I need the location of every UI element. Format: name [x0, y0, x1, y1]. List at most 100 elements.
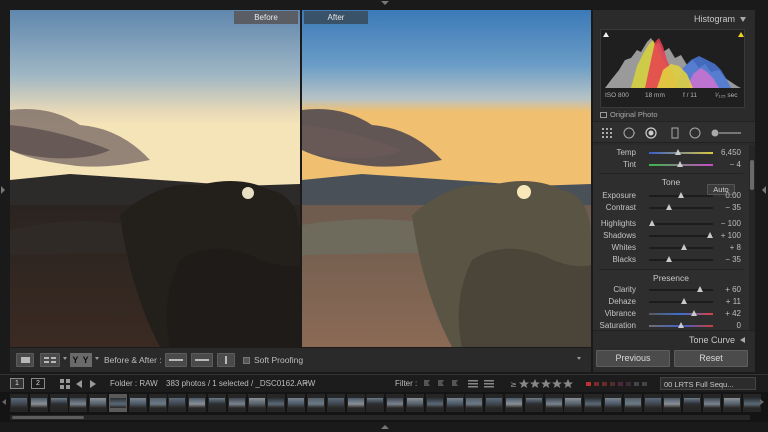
- filmstrip-thumbnail[interactable]: [584, 394, 603, 412]
- filmstrip-thumbnail[interactable]: [10, 394, 28, 412]
- soft-proofing-checkbox[interactable]: [243, 357, 250, 364]
- shadows-slider[interactable]: [649, 232, 714, 238]
- tone-curve-header[interactable]: Tone Curve: [593, 330, 755, 346]
- exposure-value[interactable]: 0.00: [725, 191, 741, 200]
- contrast-value[interactable]: − 35: [725, 203, 741, 212]
- vibrance-slider-thumb[interactable]: [690, 310, 697, 316]
- filmstrip-thumbnail[interactable]: [406, 394, 424, 412]
- photo-source-dropdown-icon[interactable]: [304, 382, 308, 385]
- shadows-slider-thumb[interactable]: [707, 232, 714, 238]
- swap-before-after-button[interactable]: [217, 353, 235, 367]
- back-arrow-icon[interactable]: [76, 380, 82, 388]
- filmstrip-thumbnail[interactable]: [445, 394, 464, 412]
- filmstrip-thumbnail[interactable]: [49, 394, 68, 412]
- adjustment-brush-icon[interactable]: [711, 127, 743, 139]
- filmstrip-thumbnail[interactable]: [623, 394, 642, 412]
- copy-after-to-before-button[interactable]: [191, 353, 213, 367]
- before-after-toggle-button[interactable]: Y Y: [70, 353, 92, 367]
- filmstrip-scrollbar[interactable]: [10, 415, 750, 420]
- exposure-slider-thumb[interactable]: [678, 192, 684, 198]
- highlights-slider[interactable]: [649, 220, 713, 226]
- crop-overlay-icon[interactable]: [601, 127, 613, 139]
- blacks-slider[interactable]: [649, 256, 713, 262]
- right-panel-scrollbar[interactable]: [749, 145, 755, 330]
- clarity-slider[interactable]: [649, 286, 713, 292]
- histogram-collapse-icon[interactable]: [740, 17, 746, 22]
- filmstrip-thumbnail[interactable]: [742, 394, 761, 412]
- contrast-slider[interactable]: [649, 204, 713, 210]
- shadows-value[interactable]: + 100: [721, 231, 741, 240]
- dehaze-slider[interactable]: [649, 298, 713, 304]
- dehaze-value[interactable]: + 11: [726, 297, 741, 306]
- blacks-slider-thumb[interactable]: [666, 256, 673, 262]
- filmstrip-thumbnail[interactable]: [247, 394, 266, 412]
- filmstrip-thumbnail[interactable]: [287, 394, 306, 412]
- radial-filter-icon[interactable]: [689, 127, 701, 139]
- top-panel-toggle-icon[interactable]: [381, 1, 389, 5]
- temp-slider-thumb[interactable]: [675, 149, 682, 155]
- filmstrip-thumbnail[interactable]: [386, 394, 405, 412]
- right-panel-toggle-icon[interactable]: [762, 186, 766, 194]
- filmstrip-thumbnail[interactable]: [128, 394, 147, 412]
- before-after-dropdown-icon[interactable]: [95, 357, 99, 360]
- filmstrip-thumbnail[interactable]: [89, 394, 108, 412]
- previous-button[interactable]: Previous: [596, 350, 670, 367]
- saturation-slider-thumb[interactable]: [678, 322, 684, 328]
- spot-removal-icon[interactable]: [623, 127, 635, 139]
- exposure-slider[interactable]: [649, 192, 713, 198]
- view-dropdown-icon[interactable]: [63, 357, 67, 360]
- filter-preset-dropdown[interactable]: 00 LRTS Full Sequ...: [660, 377, 756, 390]
- clarity-slider-thumb[interactable]: [697, 286, 704, 292]
- vibrance-slider[interactable]: [649, 310, 713, 316]
- photo-count-label[interactable]: 383 photos / 1 selected / _DSC0162.ARW: [166, 379, 315, 388]
- contrast-slider-thumb[interactable]: [666, 204, 673, 210]
- original-photo-row[interactable]: Original Photo: [600, 110, 658, 119]
- filmstrip-thumbnail[interactable]: [109, 394, 127, 412]
- filmstrip-thumbnail[interactable]: [69, 394, 88, 412]
- filmstrip-thumbnail[interactable]: [524, 394, 543, 412]
- flag-filter-icons[interactable]: [422, 379, 462, 389]
- tint-slider[interactable]: [649, 161, 713, 167]
- filmstrip-thumbnail[interactable]: [148, 394, 167, 412]
- tone-curve-expand-icon[interactable]: [740, 337, 745, 343]
- star-rating-filter-icon[interactable]: ≥: [510, 378, 580, 389]
- filmstrip-left-arrow-icon[interactable]: [2, 399, 6, 405]
- red-eye-icon[interactable]: [645, 127, 657, 139]
- filmstrip-thumbnail[interactable]: [505, 394, 523, 412]
- filmstrip-thumbnail[interactable]: [307, 394, 325, 412]
- filmstrip-thumbnail[interactable]: [29, 394, 48, 412]
- filmstrip-thumbnail[interactable]: [643, 394, 662, 412]
- sort-filter-icons[interactable]: [468, 379, 508, 389]
- whites-slider[interactable]: [649, 244, 713, 250]
- grid-icon[interactable]: [60, 379, 70, 389]
- filmstrip-thumbnail[interactable]: [564, 394, 583, 412]
- vibrance-value[interactable]: + 42: [725, 309, 741, 318]
- histogram-graph[interactable]: ISO 800 18 mm f / 11 ¹⁄₁₂₅ sec: [600, 29, 745, 108]
- blacks-value[interactable]: − 35: [725, 255, 741, 264]
- filmstrip-thumbnail[interactable]: [604, 394, 622, 412]
- whites-value[interactable]: + 8: [730, 243, 741, 252]
- highlights-slider-thumb[interactable]: [649, 220, 656, 226]
- bottom-panel-toggle-icon[interactable]: [381, 425, 389, 429]
- filmstrip-thumbnail[interactable]: [326, 394, 345, 412]
- after-photo[interactable]: After: [302, 10, 591, 347]
- before-photo[interactable]: Before: [10, 10, 300, 347]
- filmstrip-thumbnail[interactable]: [485, 394, 504, 412]
- tint-value[interactable]: − 4: [730, 160, 741, 169]
- filmstrip-scroll-thumb[interactable]: [12, 416, 84, 419]
- filmstrip-thumbnail[interactable]: [425, 394, 444, 412]
- filmstrip-thumbnail[interactable]: [346, 394, 365, 412]
- grid-view-button[interactable]: [40, 353, 60, 367]
- highlights-value[interactable]: − 100: [721, 219, 741, 228]
- color-label-filter-icons[interactable]: [586, 380, 652, 388]
- filmstrip-thumbnail[interactable]: [683, 394, 702, 412]
- histogram-header[interactable]: Histogram: [593, 10, 755, 27]
- left-panel-toggle-icon[interactable]: [1, 186, 5, 194]
- saturation-value[interactable]: 0: [737, 321, 741, 330]
- right-panel-scroll-thumb[interactable]: [750, 160, 754, 190]
- filmstrip-thumbnail[interactable]: [227, 394, 246, 412]
- filmstrip-thumbnail[interactable]: [366, 394, 385, 412]
- filmstrip-thumbnail[interactable]: [544, 394, 563, 412]
- filmstrip-thumbnail[interactable]: [703, 394, 721, 412]
- toolbar-menu-icon[interactable]: [577, 357, 581, 360]
